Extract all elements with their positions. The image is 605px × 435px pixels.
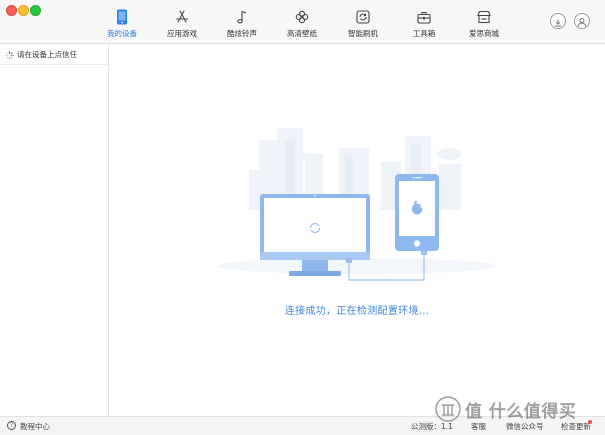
tab-label: 工具箱 [412,29,436,38]
watermark-logo-icon [435,396,461,422]
tab-label: 我的设备 [107,29,137,38]
minimize-window-button[interactable] [18,5,29,16]
tab-ringtones[interactable]: 酷炫铃声 [212,0,272,44]
connection-illustration [217,128,497,281]
tab-wallpapers[interactable]: 高清壁纸 [272,0,332,44]
download-button[interactable] [550,13,566,29]
phone-icon [114,9,130,25]
top-toolbar: 我的设备 应用游戏 酷炫铃声 高清壁纸 智能刷机 工具箱 爱思商城 [0,0,605,44]
tab-label: 酷炫铃声 [227,29,257,38]
tab-label: 应用游戏 [167,29,197,38]
sidebar-item-label: 请在设备上点信任 [17,49,77,59]
tab-label: 智能刷机 [348,29,378,38]
flower-icon [294,9,310,25]
tab-toolbox[interactable]: 工具箱 [394,0,454,44]
toolbox-icon [416,9,432,25]
watermark-text: 值 什么值得买 [465,401,577,422]
help-center-link[interactable]: 教程中心 [20,421,50,432]
app-window: 我的设备 应用游戏 酷炫铃声 高清壁纸 智能刷机 工具箱 爱思商城 请在设备上点… [0,0,605,435]
tab-store[interactable]: 爱思商城 [454,0,514,44]
music-note-icon [234,9,250,25]
tab-label: 高清壁纸 [287,29,317,38]
tab-smart-flash[interactable]: 智能刷机 [333,0,393,44]
appstore-icon [174,9,190,25]
main-panel: 连接成功，正在检测配置环境... [109,44,605,416]
download-icon [554,12,562,31]
tab-label: 爱思商城 [469,29,499,38]
user-button[interactable] [574,13,590,29]
tab-apps-games[interactable]: 应用游戏 [152,0,212,44]
device-sidebar: 请在设备上点信任 [0,44,109,416]
user-icon [577,12,587,31]
sidebar-item-trust-device[interactable]: 请在设备上点信任 [0,44,108,65]
watermark: 值 什么值得买 [435,394,605,424]
zoom-window-button[interactable] [30,5,41,16]
tab-my-device[interactable]: 我的设备 [92,0,152,44]
connection-status-text: 连接成功，正在检测配置环境... [284,306,430,317]
store-icon [476,9,492,25]
loading-spinner-icon [5,45,14,64]
refresh-icon [355,9,371,25]
close-window-button[interactable] [6,5,17,16]
help-icon[interactable]: ? [7,420,16,430]
